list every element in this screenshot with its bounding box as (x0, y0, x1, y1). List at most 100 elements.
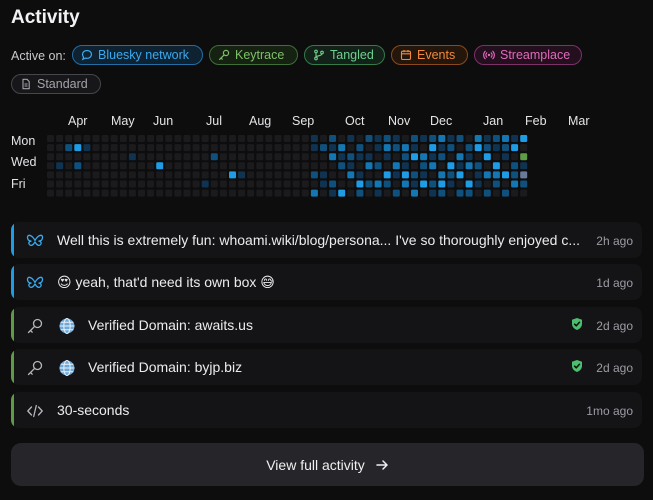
heatmap-cell (511, 162, 519, 170)
heatmap-cell (447, 189, 455, 197)
heatmap-cell (502, 144, 509, 152)
heatmap-cell (492, 144, 500, 152)
heatmap-cell (101, 162, 109, 170)
heatmap-cell (274, 189, 282, 197)
view-full-activity-button[interactable]: View full activity (11, 443, 644, 486)
heatmap-cell (456, 144, 464, 152)
heatmap-cell (101, 180, 109, 188)
heatmap-cell (502, 153, 509, 161)
heatmap-cell (83, 180, 91, 188)
accent-bar (11, 307, 14, 343)
heatmap-cell (47, 180, 54, 188)
heatmap-cell (174, 135, 182, 142)
heatmap-cell (174, 189, 182, 197)
heatmap-cell (492, 153, 500, 161)
heatmap-cell (56, 144, 64, 152)
heatmap-cell (210, 162, 218, 170)
heatmap-cell (429, 171, 437, 179)
heatmap-cell (374, 135, 382, 142)
heatmap-cell (56, 162, 64, 170)
heatmap-cell (183, 144, 191, 152)
heatmap-cell (420, 171, 428, 179)
heatmap-cell (474, 162, 482, 170)
heatmap-cell (192, 162, 200, 170)
heatmap-cell (465, 135, 473, 142)
heatmap-cell (128, 144, 136, 152)
accent-bar (11, 392, 14, 428)
arrow-right-icon (376, 459, 388, 470)
heatmap-cell (301, 153, 309, 161)
heatmap-cell (119, 153, 127, 161)
heatmap-cell (438, 135, 446, 142)
accent-bar (11, 349, 14, 385)
heatmap-cell (74, 180, 82, 188)
heatmap-cell (383, 180, 391, 188)
heatmap-month-label: Jul (206, 114, 222, 128)
heatmap-cell (356, 180, 364, 188)
heatmap-cell (511, 189, 519, 197)
heatmap-cell (292, 180, 300, 188)
heatmap-cell (401, 171, 409, 179)
heatmap-cell (92, 180, 100, 188)
activity-item[interactable]: Well this is extremely fun: whoami.wiki/… (11, 222, 642, 258)
activity-text: Verified Domain: byjp.biz (88, 359, 243, 375)
heatmap-cell (229, 171, 236, 179)
heatmap-cell (210, 153, 218, 161)
heatmap-cell (301, 144, 309, 152)
heatmap-cell (83, 162, 91, 170)
verified-shield-icon (572, 318, 582, 330)
heatmap-month-label: May (111, 114, 135, 128)
heatmap-cell (47, 135, 54, 142)
heatmap-cell (138, 135, 145, 142)
heatmap-cell (292, 171, 300, 179)
activity-item[interactable]: 30-seconds 1mo ago (11, 392, 642, 428)
heatmap-cell (474, 153, 482, 161)
heatmap-weekday-label: Mon (11, 134, 35, 148)
heatmap-cell (429, 153, 437, 161)
heatmap-cell (447, 135, 455, 142)
heatmap-cell (438, 162, 446, 170)
heatmap-cell (156, 180, 164, 188)
heatmap-cell (520, 180, 528, 188)
heatmap-cell (229, 153, 236, 161)
heatmap-cell (483, 189, 491, 197)
heatmap-cell (174, 144, 182, 152)
heatmap-weekday-labels: Mon Wed Fri (11, 134, 37, 191)
heatmap-cell (511, 135, 519, 142)
heatmap-cell (292, 144, 300, 152)
heatmap-cell (310, 180, 318, 188)
heatmap-cell (156, 171, 164, 179)
heatmap-cell (411, 153, 418, 161)
activity-item[interactable]: Verified Domain: byjp.biz 2d ago (11, 349, 642, 385)
heatmap-cell (274, 180, 282, 188)
heatmap-cell (138, 144, 145, 152)
heatmap-cell (365, 135, 373, 142)
activity-item[interactable]: 😍 yeah, that'd need its own box 😅 1d ago (11, 264, 642, 300)
heatmap-cell (219, 153, 227, 161)
heatmap-weekday-label: Fri (11, 177, 26, 191)
heatmap-cell (183, 189, 191, 197)
heatmap-cell (174, 153, 182, 161)
heatmap-cell (110, 144, 118, 152)
heatmap-cell (492, 180, 500, 188)
heatmap-cell (165, 153, 173, 161)
butterfly-icon (26, 234, 44, 246)
heatmap-cell (392, 153, 400, 161)
heatmap-month-label: Feb (525, 114, 547, 128)
heatmap-cell (320, 144, 327, 152)
heatmap-cell (411, 189, 418, 197)
heatmap-cell (338, 180, 346, 188)
heatmap-cell (320, 180, 327, 188)
heatmap-cell (119, 135, 127, 142)
heatmap-cell (192, 153, 200, 161)
heatmap-cell (520, 135, 528, 142)
heatmap-cell (438, 153, 446, 161)
heatmap-cell (192, 180, 200, 188)
heatmap-cell (165, 171, 173, 179)
heatmap-month-label: Jun (153, 114, 173, 128)
activity-item[interactable]: Verified Domain: awaits.us 2d ago (11, 307, 642, 343)
heatmap-cell (401, 162, 409, 170)
heatmap-cell (229, 180, 236, 188)
heatmap-cell (356, 144, 364, 152)
heatmap-cell (156, 189, 164, 197)
